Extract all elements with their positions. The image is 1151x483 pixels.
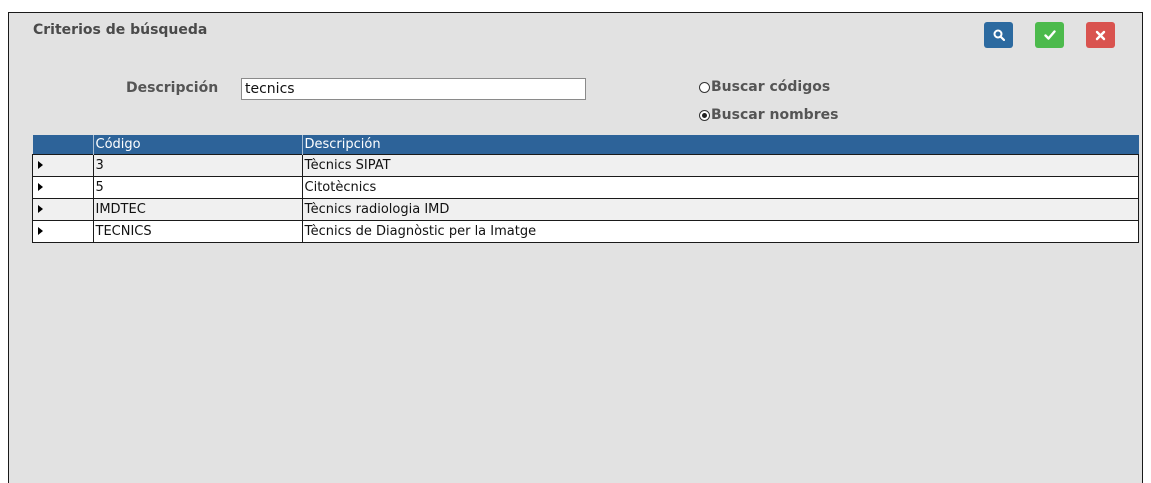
search-criteria-panel: Criterios de búsqueda Descripción Buscar… — [8, 12, 1143, 483]
radio-search-codes[interactable]: Buscar códigos — [699, 79, 830, 95]
cell-code[interactable]: 3 — [92, 154, 303, 177]
cell-code[interactable]: 5 — [92, 176, 303, 199]
row-pointer-icon — [38, 205, 43, 213]
table-header-row: Código Descripción — [32, 135, 1139, 155]
close-icon — [1095, 30, 1106, 40]
row-pointer-icon — [38, 227, 43, 235]
row-selector[interactable] — [32, 154, 94, 177]
column-header-selector — [32, 135, 94, 155]
row-selector[interactable] — [32, 176, 94, 199]
cell-description[interactable]: Citotècnics — [301, 176, 1139, 199]
cell-description[interactable]: Tècnics radiologia IMD — [301, 198, 1139, 221]
table-row[interactable]: IMDTEC Tècnics radiologia IMD — [32, 198, 1139, 221]
cell-code[interactable]: IMDTEC — [92, 198, 303, 221]
radio-search-names[interactable]: Buscar nombres — [699, 107, 838, 123]
table-row[interactable]: TECNICS Tècnics de Diagnòstic per la Ima… — [32, 220, 1139, 243]
check-icon — [1043, 30, 1056, 40]
cell-description[interactable]: Tècnics SIPAT — [301, 154, 1139, 177]
row-selector[interactable] — [32, 198, 94, 221]
description-input[interactable] — [241, 78, 586, 100]
radio-circle-selected-icon[interactable] — [699, 109, 710, 121]
description-label: Descripción — [126, 80, 219, 96]
row-selector[interactable] — [32, 220, 94, 243]
table-row[interactable]: 3 Tècnics SIPAT — [32, 154, 1139, 177]
cell-description[interactable]: Tècnics de Diagnòstic per la Imatge — [301, 220, 1139, 243]
cell-code[interactable]: TECNICS — [92, 220, 303, 243]
search-button[interactable] — [984, 22, 1013, 48]
radio-search-names-label: Buscar nombres — [711, 107, 839, 123]
accept-button[interactable] — [1035, 22, 1064, 48]
radio-circle-icon[interactable] — [699, 81, 710, 93]
cancel-button[interactable] — [1086, 22, 1115, 48]
row-pointer-icon — [38, 183, 43, 191]
results-table: Código Descripción 3 Tècnics SIPAT 5 Cit… — [32, 135, 1139, 243]
column-header-code[interactable]: Código — [93, 135, 303, 155]
search-icon — [993, 29, 1005, 41]
column-header-description[interactable]: Descripción — [302, 135, 1139, 155]
radio-search-codes-label: Buscar códigos — [711, 79, 831, 95]
table-row[interactable]: 5 Citotècnics — [32, 176, 1139, 199]
row-pointer-icon — [38, 161, 43, 169]
panel-title: Criterios de búsqueda — [33, 22, 208, 38]
